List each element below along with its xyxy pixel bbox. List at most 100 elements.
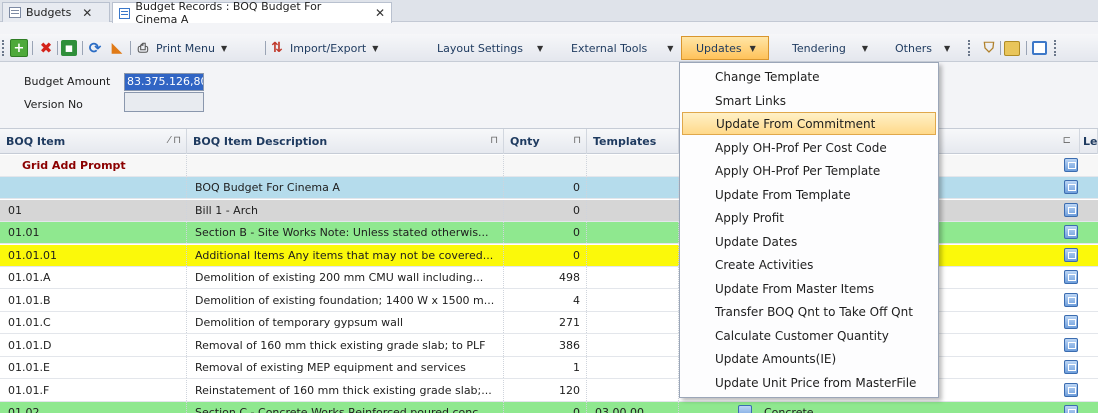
budget-amount-field[interactable]: 83.375.126,80 (124, 73, 204, 91)
row-detail-icon[interactable] (1064, 292, 1078, 307)
window-button[interactable] (1032, 38, 1047, 58)
row-detail-icon[interactable] (1064, 180, 1078, 194)
templates-cell[interactable]: 03.00.00 (587, 402, 679, 413)
qnty-cell[interactable]: 0 (504, 199, 587, 221)
description-cell[interactable]: Bill 1 - Arch (187, 199, 504, 221)
boq-item-cell[interactable] (0, 177, 187, 198)
boq-item-cell[interactable]: 01.01.E (0, 357, 187, 378)
row-detail-icon[interactable] (1064, 382, 1078, 397)
refresh-button[interactable]: ⟳ (86, 38, 104, 58)
qnty-cell[interactable]: 0 (504, 222, 587, 243)
column-header-le[interactable]: Le (1080, 129, 1098, 154)
import-export-button[interactable]: ⇅ Import/Export ▼ (268, 38, 378, 58)
menu-item-create-activities[interactable]: Create Activities (682, 253, 936, 276)
menu-item-apply-oh-prof-per-template[interactable]: Apply OH-Prof Per Template (682, 159, 936, 182)
version-no-field[interactable] (124, 92, 204, 112)
boq-item-cell[interactable]: 01.01.01 (0, 244, 187, 266)
menu-item-smart-links[interactable]: Smart Links (682, 89, 936, 112)
menu-item-update-from-commitment[interactable]: Update From Commitment (682, 112, 936, 135)
pin-icon[interactable]: ⊓ (573, 135, 581, 146)
column-header-extra[interactable]: ⊏ (940, 129, 1080, 154)
menu-item-change-template[interactable]: Change Template (682, 65, 936, 88)
toolbar-grip[interactable] (1054, 40, 1057, 56)
pin-icon[interactable]: ⁄ ⊓ (168, 135, 181, 146)
qnty-cell[interactable]: 0 (504, 402, 587, 413)
grid-add-prompt[interactable]: Grid Add Prompt (0, 155, 187, 176)
menu-item-update-unit-price-from-masterfile[interactable]: Update Unit Price from MasterFile (682, 371, 936, 394)
menu-item-update-from-master-items[interactable]: Update From Master Items (682, 277, 936, 300)
boq-item-cell[interactable]: 01.01 (0, 222, 187, 243)
templates-cell[interactable] (587, 289, 679, 311)
filter-button[interactable]: ⛉ (980, 38, 998, 58)
column-header-qnty[interactable]: Qnty ⊓ (504, 129, 587, 154)
qnty-cell[interactable]: 4 (504, 289, 587, 311)
delete-button[interactable]: ✖ (37, 38, 55, 58)
row-detail-icon[interactable] (1064, 202, 1078, 217)
layout-settings-button[interactable]: Layout Settings ▼ (437, 38, 543, 58)
row-detail-icon[interactable] (1064, 270, 1078, 284)
save-button[interactable]: ▪ (61, 38, 77, 58)
row-detail-icon[interactable] (1064, 360, 1078, 374)
cost-code-cell[interactable]: Concrete (756, 402, 936, 413)
external-tools-button[interactable]: External Tools ▼ (571, 38, 673, 58)
description-cell[interactable]: Reinstatement of 160 mm thick existing g… (187, 379, 504, 401)
pin-icon[interactable]: ⊏ (1063, 135, 1071, 146)
menu-item-transfer-boq-qnt[interactable]: Transfer BOQ Qnt to Take Off Qnt (682, 300, 936, 323)
templates-cell[interactable] (587, 199, 679, 221)
boq-item-cell[interactable]: 01.02 (0, 402, 187, 413)
row-detail-icon[interactable] (1064, 247, 1078, 262)
boq-item-cell[interactable]: 01 (0, 199, 187, 221)
column-header-description[interactable]: BOQ Item Description ⊓ (187, 129, 504, 154)
menu-item-update-from-template[interactable]: Update From Template (682, 183, 936, 206)
templates-cell[interactable] (587, 312, 679, 333)
grid-view-button[interactable] (1004, 38, 1020, 58)
templates-cell[interactable] (587, 222, 679, 243)
close-icon[interactable]: ✕ (375, 6, 385, 20)
description-cell[interactable]: Demolition of temporary gypsum wall (187, 312, 504, 333)
tab-budget-records[interactable]: Budget Records : BOQ Budget For Cinema A… (112, 0, 392, 26)
qnty-cell[interactable]: 1 (504, 357, 587, 378)
qnty-cell[interactable]: 0 (504, 244, 587, 266)
templates-cell[interactable] (587, 244, 679, 266)
tendering-button[interactable]: Tendering ▼ (792, 38, 868, 58)
templates-cell[interactable] (587, 357, 679, 378)
menu-item-apply-oh-prof-per-cost-code[interactable]: Apply OH-Prof Per Cost Code (682, 136, 936, 159)
description-cell[interactable]: Removal of 160 mm thick existing grade s… (187, 334, 504, 356)
templates-cell[interactable] (587, 379, 679, 401)
boq-item-cell[interactable]: 01.01.C (0, 312, 187, 333)
qnty-cell[interactable]: 120 (504, 379, 587, 401)
row-detail-icon[interactable] (1064, 405, 1078, 413)
template-lookup-icon[interactable] (738, 405, 752, 413)
updates-menu-button[interactable]: Updates ▼ (681, 36, 769, 60)
qnty-cell[interactable]: 271 (504, 312, 587, 333)
templates-cell[interactable] (587, 177, 679, 198)
description-cell[interactable]: Additional Items Any items that may not … (187, 244, 504, 266)
templates-cell[interactable] (587, 334, 679, 356)
others-button[interactable]: Others ▼ (895, 38, 950, 58)
templates-cell[interactable] (587, 267, 679, 288)
boq-item-cell[interactable]: 01.01.A (0, 267, 187, 288)
print-menu-button[interactable]: ⎙ Print Menu ▼ (134, 38, 227, 58)
row-detail-icon[interactable] (1064, 225, 1078, 239)
pin-icon[interactable]: ⊓ (490, 135, 498, 146)
row-detail-icon[interactable] (1064, 315, 1078, 329)
description-cell[interactable]: Section B - Site Works Note: Unless stat… (187, 222, 504, 243)
toolbar-grip[interactable] (968, 40, 971, 56)
toolbar-grip[interactable] (2, 40, 5, 56)
menu-item-calculate-customer-quantity[interactable]: Calculate Customer Quantity (682, 324, 936, 347)
description-cell[interactable]: Section C - Concrete Works Reinforced po… (187, 402, 504, 413)
qnty-cell[interactable]: 498 (504, 267, 587, 288)
boq-item-cell[interactable]: 01.01.B (0, 289, 187, 311)
qnty-cell[interactable]: 386 (504, 334, 587, 356)
column-header-boq-item[interactable]: BOQ Item ⁄ ⊓ (0, 129, 187, 154)
table-row[interactable]: 01.02 Section C - Concrete Works Reinforc… (0, 402, 1098, 413)
column-header-templates[interactable]: Templates (587, 129, 679, 154)
menu-item-apply-profit[interactable]: Apply Profit (682, 206, 936, 229)
description-cell[interactable]: Demolition of existing foundation; 1400 … (187, 289, 504, 311)
clear-button[interactable]: ◣ (108, 38, 126, 58)
row-detail-icon[interactable] (1064, 158, 1078, 172)
description-cell[interactable]: Removal of existing MEP equipment and se… (187, 357, 504, 378)
close-icon[interactable]: ✕ (82, 6, 92, 20)
boq-item-cell[interactable]: 01.01.D (0, 334, 187, 356)
menu-item-update-amounts-ie[interactable]: Update Amounts(IE) (682, 347, 936, 370)
